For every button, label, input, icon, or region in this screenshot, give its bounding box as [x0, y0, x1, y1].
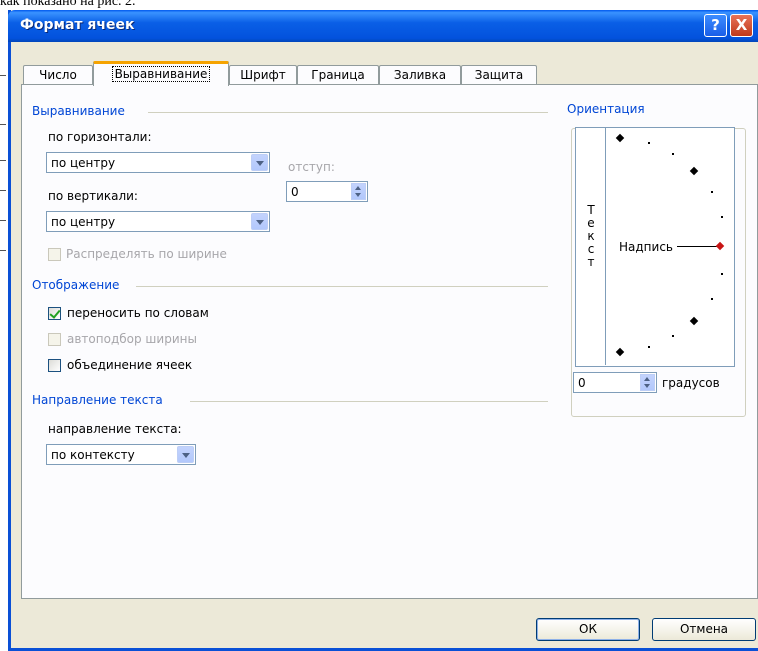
background-ruler-tick — [0, 190, 6, 191]
tab-font[interactable]: Шрифт — [229, 65, 297, 85]
distribute-checkbox[interactable] — [48, 248, 61, 261]
shrink-to-fit-checkbox[interactable] — [48, 333, 61, 346]
angle-dot[interactable] — [721, 216, 723, 218]
vertical-align-select[interactable]: по центру — [46, 211, 270, 232]
indent-value: 0 — [291, 185, 299, 199]
horizontal-label: по горизонтали: — [48, 130, 152, 144]
text-direction-label: направление текста: — [48, 422, 182, 436]
wrap-text-checkbox[interactable] — [48, 307, 61, 320]
chevron-down-icon[interactable] — [251, 213, 268, 230]
angle-dot[interactable] — [648, 142, 650, 144]
text-direction-group-label: Направление текста — [32, 393, 163, 407]
indent-label: отступ: — [288, 160, 335, 174]
background-ruler-tick — [0, 160, 6, 161]
orientation-group-label: Ориентация — [565, 102, 647, 116]
group-divider — [136, 286, 548, 287]
chevron-down-icon[interactable] — [251, 154, 268, 171]
spinner-arrows-icon[interactable] — [640, 374, 655, 391]
text-direction-value: по контексту — [51, 448, 135, 462]
checkmark-icon — [49, 307, 61, 319]
text-direction-select[interactable]: по контексту — [46, 444, 196, 465]
tab-fill[interactable]: Заливка — [379, 65, 461, 85]
background-document-text: как показано на рис. 2. — [0, 0, 136, 9]
merge-cells-checkbox[interactable] — [48, 359, 61, 372]
group-divider — [148, 112, 548, 113]
horizontal-align-select[interactable]: по центру — [46, 152, 270, 173]
vertical-label: по вертикали: — [48, 189, 138, 203]
display-group-label: Отображение — [32, 278, 120, 292]
spinner-arrows-icon[interactable] — [351, 183, 366, 200]
tab-alignment[interactable]: Выравнивание — [93, 61, 229, 86]
cancel-button[interactable]: Отмена — [652, 618, 756, 641]
chevron-down-icon[interactable] — [177, 446, 194, 463]
tab-number[interactable]: Число — [23, 65, 93, 85]
orientation-pointer-line — [677, 246, 717, 247]
merge-cells-label: объединение ячеек — [67, 358, 193, 372]
background-ruler-tick — [0, 75, 6, 76]
distribute-label: Распределять по ширине — [66, 247, 227, 261]
degrees-value: 0 — [578, 376, 586, 390]
angle-dot[interactable] — [711, 298, 713, 300]
vertical-align-value: по центру — [51, 215, 116, 229]
alignment-group-label: Выравнивание — [32, 104, 125, 118]
tab-protection[interactable]: Защита — [461, 65, 537, 85]
ok-button[interactable]: ОК — [536, 618, 640, 641]
horizontal-align-value: по центру — [51, 156, 116, 170]
shrink-to-fit-label: автоподбор ширины — [67, 332, 197, 346]
vertical-text-sample: Текст — [587, 203, 595, 269]
angle-dot[interactable] — [672, 335, 674, 337]
angle-dot[interactable] — [711, 191, 713, 193]
background-ruler-tick — [0, 124, 6, 125]
degrees-label: градусов — [662, 376, 720, 390]
angle-dot[interactable] — [648, 346, 650, 348]
group-divider — [190, 401, 548, 402]
indent-spinner[interactable]: 0 — [286, 181, 368, 202]
angle-dot[interactable] — [721, 273, 723, 275]
tab-border[interactable]: Граница — [297, 65, 379, 85]
angle-dot[interactable] — [672, 153, 674, 155]
degrees-spinner[interactable]: 0 — [573, 372, 657, 393]
wrap-text-label: переносить по словам — [67, 306, 209, 320]
background-ruler-tick — [0, 220, 6, 221]
orientation-sample-label: Надпись — [619, 240, 673, 254]
background-ruler-tick — [0, 250, 6, 251]
